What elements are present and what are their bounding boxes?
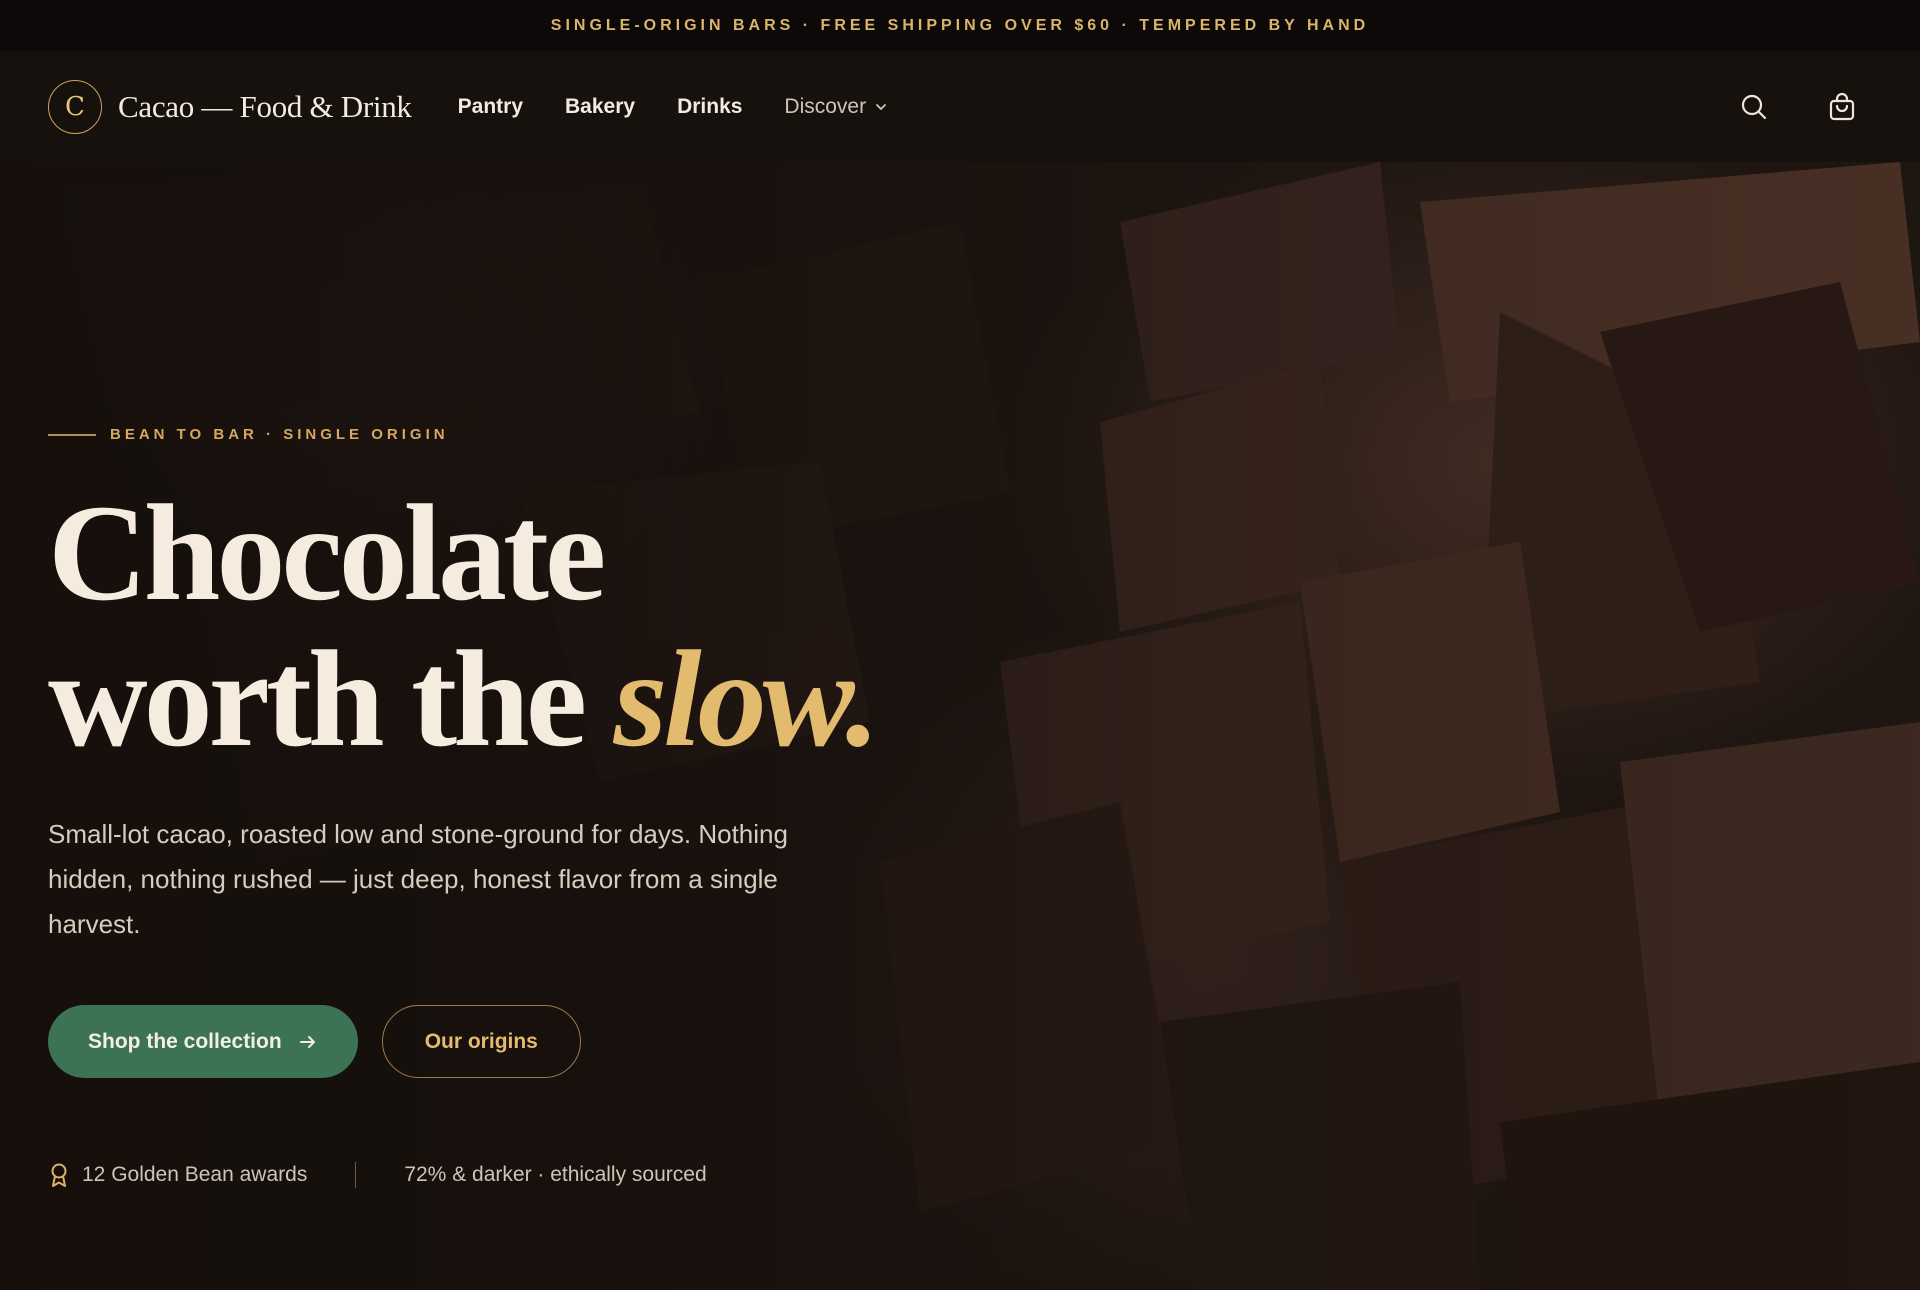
hero-description: Small-lot cacao, roasted low and stone-g… <box>48 819 788 939</box>
nav-item-pantry[interactable]: Pantry <box>458 95 523 119</box>
hero-headline: Chocolate worth the slow. <box>48 480 948 772</box>
main-nav: Pantry Bakery Drinks Discover <box>458 95 888 119</box>
shop-collection-label: Shop the collection <box>88 1029 282 1053</box>
announcement-text: SINGLE-ORIGIN BARS · FREE SHIPPING OVER … <box>550 16 1370 34</box>
our-origins-label: Our origins <box>424 1029 538 1053</box>
cart-button[interactable] <box>1826 91 1858 123</box>
header-actions <box>1738 91 1872 123</box>
eyebrow-divider-line <box>48 433 96 436</box>
brand-mark: C <box>48 79 102 134</box>
sourcing-text: 72% & darker · ethically sourced <box>404 1163 707 1186</box>
hero-cta-group: Shop the collection Our origins <box>48 1005 581 1078</box>
nav-item-discover-label: Discover <box>784 94 867 118</box>
brand-logo-link[interactable]: C Cacao — Food & Drink <box>48 79 412 134</box>
search-button[interactable] <box>1738 91 1770 123</box>
award-ribbon-icon <box>51 1163 67 1187</box>
awards-badge: 12 Golden Bean awards <box>48 1162 307 1188</box>
search-icon <box>1741 94 1767 119</box>
headline-accent: slow. <box>613 622 880 775</box>
bag-icon <box>1829 92 1855 120</box>
chevron-down-icon <box>876 103 887 110</box>
hero-badges: 12 Golden Bean awards 72% & darker · eth… <box>48 1162 707 1188</box>
headline-line-2: worth the <box>48 622 614 775</box>
shop-collection-button[interactable]: Shop the collection <box>48 1005 358 1078</box>
hero-eyebrow: BEAN TO BAR · SINGLE ORIGIN <box>48 426 449 443</box>
nav-item-bakery[interactable]: Bakery <box>565 95 635 119</box>
sourcing-badge: 72% & darker · ethically sourced <box>404 1163 706 1187</box>
nav-item-drinks[interactable]: Drinks <box>677 95 742 119</box>
eyebrow-text: BEAN TO BAR · SINGLE ORIGIN <box>110 426 449 443</box>
nav-item-discover[interactable]: Discover <box>784 95 888 119</box>
arrow-right-icon <box>299 1035 315 1048</box>
awards-text: 12 Golden Bean awards <box>82 1163 308 1186</box>
announcement-bar: SINGLE-ORIGIN BARS · FREE SHIPPING OVER … <box>0 0 1920 51</box>
badge-divider <box>355 1162 357 1188</box>
headline-line-1: Chocolate <box>48 476 606 629</box>
hero-section: BEAN TO BAR · SINGLE ORIGIN Chocolate wo… <box>0 162 1920 1290</box>
site-header: C Cacao — Food & Drink Pantry Bakery Dri… <box>0 51 1920 162</box>
brand-name: Cacao — Food & Drink <box>118 88 412 124</box>
our-origins-button[interactable]: Our origins <box>381 1005 581 1078</box>
